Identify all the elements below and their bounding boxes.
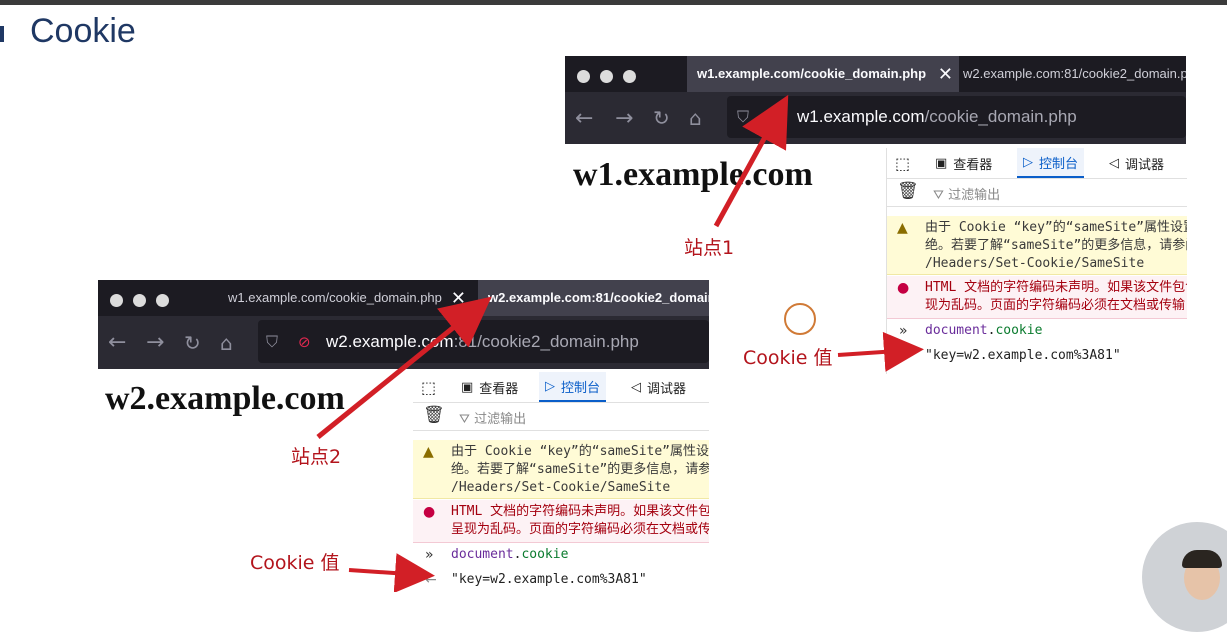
arrow-site2	[316, 296, 492, 439]
presenter-hair	[1182, 550, 1222, 568]
arrow-cookie-value-1	[837, 331, 924, 372]
arrow-site1	[713, 94, 789, 228]
annotation-arrows	[316, 94, 924, 592]
arrow-cookie-value-2	[348, 553, 435, 592]
